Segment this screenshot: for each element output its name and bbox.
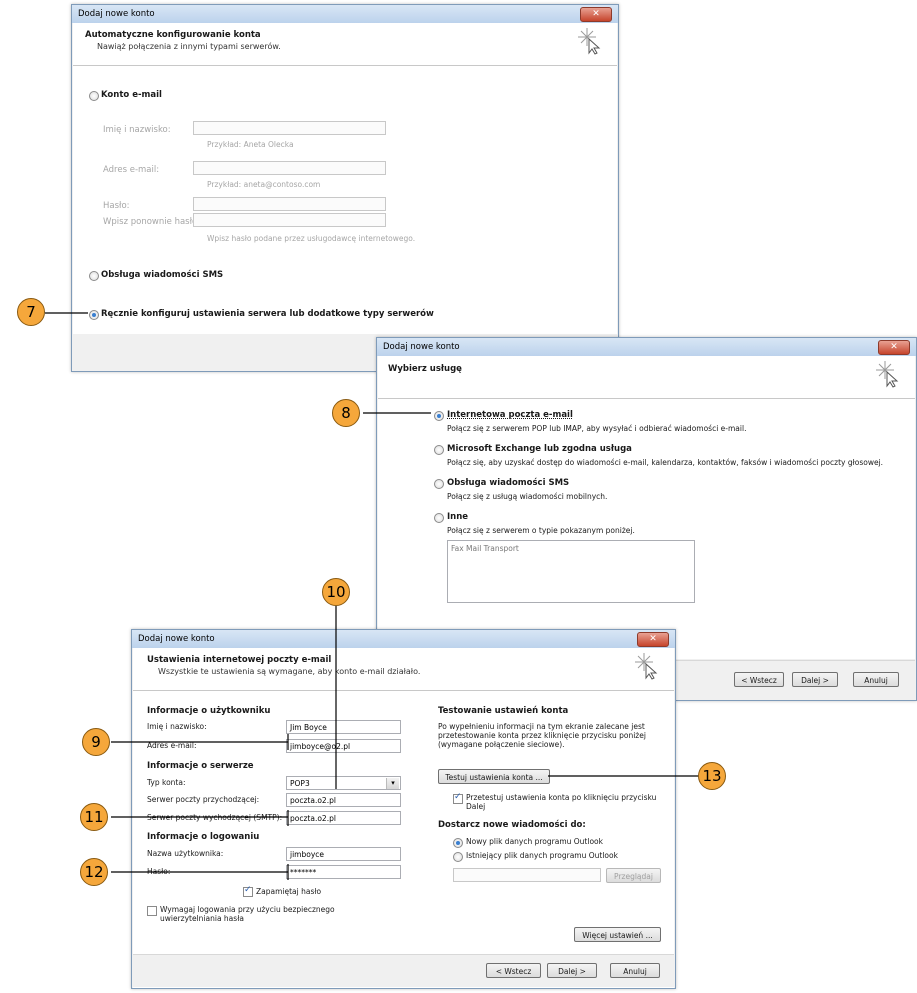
callout-10-badge: 10 <box>322 578 350 606</box>
callout-lines <box>45 312 700 880</box>
callout-9-badge: 9 <box>82 728 110 756</box>
callout-8-badge: 8 <box>332 399 360 427</box>
callout-12-badge: 12 <box>80 858 108 886</box>
callout-13-badge: 13 <box>698 762 726 790</box>
callout-7-badge: 7 <box>17 298 45 326</box>
callout-11-badge: 11 <box>80 803 108 831</box>
